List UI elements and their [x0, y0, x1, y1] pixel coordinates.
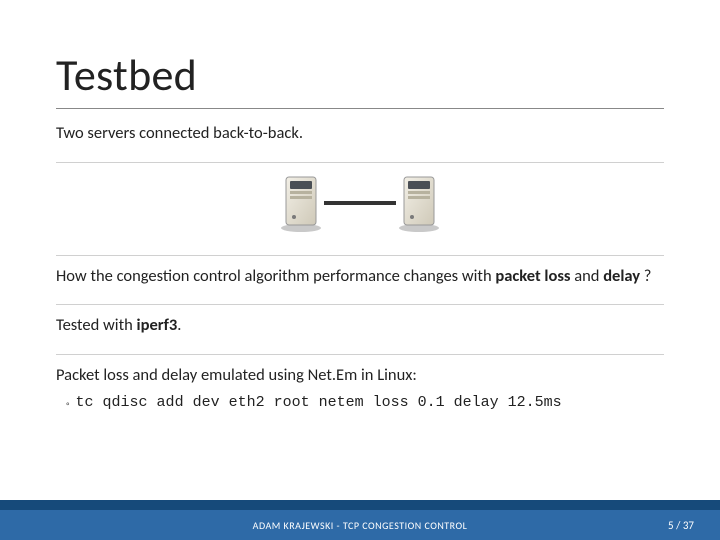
block-netem: Packet loss and delay emulated using Net…	[56, 365, 664, 424]
network-diagram	[56, 173, 664, 233]
text-question: How the congestion control algorithm per…	[56, 266, 664, 287]
text-tool-c: .	[177, 315, 181, 335]
text-tool-a: Tested with	[56, 315, 137, 335]
text-tool-iperf: iperf3	[137, 315, 178, 335]
text-q-delay: delay	[603, 266, 640, 286]
slide-content: Testbed Two servers connected back-to-ba…	[0, 0, 720, 424]
server-left-icon	[278, 173, 324, 233]
footer: ADAM KRAJEWSKI - TCP CONGESTION CONTROL …	[0, 500, 720, 540]
slide: Testbed Two servers connected back-to-ba…	[0, 0, 720, 540]
bullet-command: ◦ tc qdisc add dev eth2 root netem loss …	[56, 394, 664, 414]
bullet-dot-icon: ◦	[66, 394, 70, 414]
command-text: tc qdisc add dev eth2 root netem loss 0.…	[76, 394, 562, 414]
connection-line	[324, 201, 396, 205]
slide-title: Testbed	[56, 48, 664, 102]
text-q-loss: packet loss	[495, 266, 570, 286]
block-diagram	[56, 173, 664, 256]
footer-accent-bar	[0, 500, 720, 510]
block-question: How the congestion control algorithm per…	[56, 266, 664, 306]
server-right-icon	[396, 173, 442, 233]
footer-main-bar: ADAM KRAJEWSKI - TCP CONGESTION CONTROL …	[0, 510, 720, 540]
footer-author: ADAM KRAJEWSKI - TCP CONGESTION CONTROL	[253, 519, 468, 532]
text-q-a: How the congestion control algorithm per…	[56, 266, 495, 286]
footer-page-number: 5 / 37	[668, 519, 694, 532]
text-q-c: and	[570, 266, 603, 286]
block-intro: Two servers connected back-to-back.	[56, 123, 664, 163]
text-q-e: ?	[640, 266, 651, 286]
text-intro: Two servers connected back-to-back.	[56, 123, 664, 144]
text-netem: Packet loss and delay emulated using Net…	[56, 365, 664, 386]
block-tool: Tested with iperf3.	[56, 315, 664, 355]
title-wrap: Testbed	[56, 48, 664, 109]
text-tool: Tested with iperf3.	[56, 315, 664, 336]
